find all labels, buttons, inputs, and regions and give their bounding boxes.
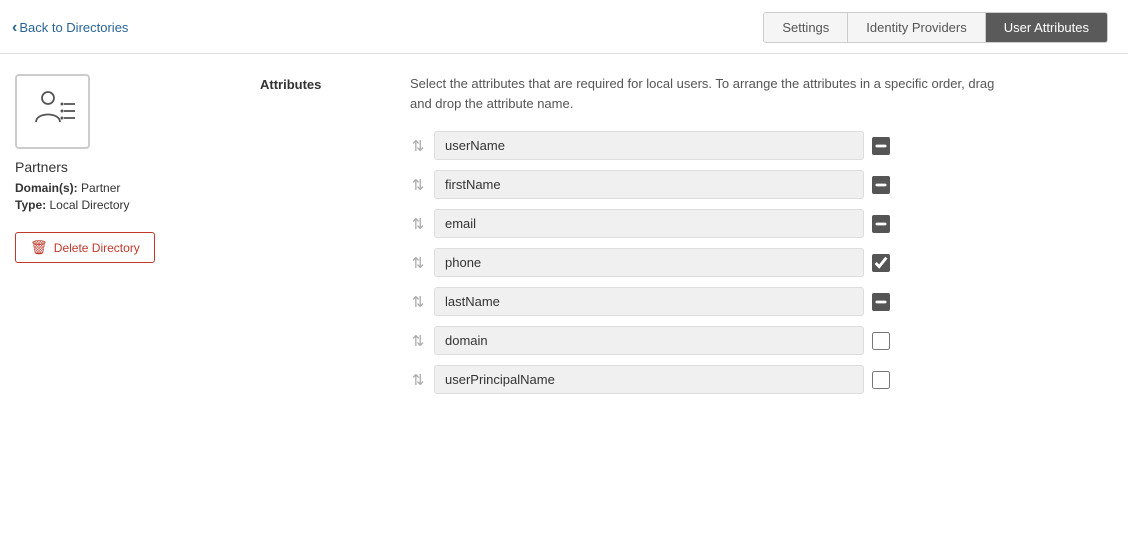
attribute-name-field: userPrincipalName bbox=[434, 365, 864, 394]
attributes-list: ⇅ userName ⇅ firstName ⇅ email ⇅ phone ⇅ lastName… bbox=[410, 131, 1098, 394]
attribute-row: ⇅ lastName bbox=[410, 287, 1098, 316]
attribute-checkbox[interactable] bbox=[872, 215, 890, 233]
attribute-name-field: phone bbox=[434, 248, 864, 277]
drag-handle-icon[interactable]: ⇅ bbox=[410, 176, 426, 194]
drag-handle-icon[interactable]: ⇅ bbox=[410, 254, 426, 272]
tab-identity-providers[interactable]: Identity Providers bbox=[848, 13, 985, 42]
drag-handle-icon[interactable]: ⇅ bbox=[410, 371, 426, 389]
type-meta: Type: Local Directory bbox=[15, 198, 185, 212]
attribute-name-field: domain bbox=[434, 326, 864, 355]
attribute-name-field: email bbox=[434, 209, 864, 238]
attribute-row: ⇅ domain bbox=[410, 326, 1098, 355]
domain-meta: Domain(s): Partner bbox=[15, 181, 185, 195]
main-content: Partners Domain(s): Partner Type: Local … bbox=[0, 54, 1128, 424]
directory-name: Partners bbox=[15, 159, 185, 175]
trash-icon: 🗑 bbox=[30, 239, 48, 256]
drag-handle-icon[interactable]: ⇅ bbox=[410, 293, 426, 311]
section-body: Select the attributes that are required … bbox=[410, 74, 1098, 404]
attribute-name-field: lastName bbox=[434, 287, 864, 316]
sidebar: Partners Domain(s): Partner Type: Local … bbox=[0, 74, 200, 424]
attribute-checkbox[interactable] bbox=[872, 254, 890, 272]
section-label: Attributes bbox=[260, 74, 380, 404]
attribute-checkbox[interactable] bbox=[872, 293, 890, 311]
content-area: Attributes Select the attributes that ar… bbox=[200, 74, 1128, 424]
back-to-directories-link[interactable]: Back to Directories bbox=[12, 19, 128, 37]
tab-group: Settings Identity Providers User Attribu… bbox=[763, 12, 1108, 43]
attribute-row: ⇅ userName bbox=[410, 131, 1098, 160]
attribute-checkbox[interactable] bbox=[872, 332, 890, 350]
drag-handle-icon[interactable]: ⇅ bbox=[410, 137, 426, 155]
drag-handle-icon[interactable]: ⇅ bbox=[410, 215, 426, 233]
delete-directory-button[interactable]: 🗑 Delete Directory bbox=[15, 232, 155, 263]
directory-icon bbox=[15, 74, 90, 149]
attribute-name-field: firstName bbox=[434, 170, 864, 199]
attribute-row: ⇅ email bbox=[410, 209, 1098, 238]
attribute-row: ⇅ firstName bbox=[410, 170, 1098, 199]
attributes-description: Select the attributes that are required … bbox=[410, 74, 1010, 113]
attribute-name-field: userName bbox=[434, 131, 864, 160]
tab-user-attributes[interactable]: User Attributes bbox=[986, 13, 1107, 42]
attribute-row: ⇅ userPrincipalName bbox=[410, 365, 1098, 394]
attribute-checkbox[interactable] bbox=[872, 371, 890, 389]
header: Back to Directories Settings Identity Pr… bbox=[0, 0, 1128, 54]
tab-settings[interactable]: Settings bbox=[764, 13, 848, 42]
attribute-checkbox[interactable] bbox=[872, 137, 890, 155]
drag-handle-icon[interactable]: ⇅ bbox=[410, 332, 426, 350]
attribute-row: ⇅ phone bbox=[410, 248, 1098, 277]
attribute-checkbox[interactable] bbox=[872, 176, 890, 194]
attributes-section: Attributes Select the attributes that ar… bbox=[260, 74, 1098, 404]
